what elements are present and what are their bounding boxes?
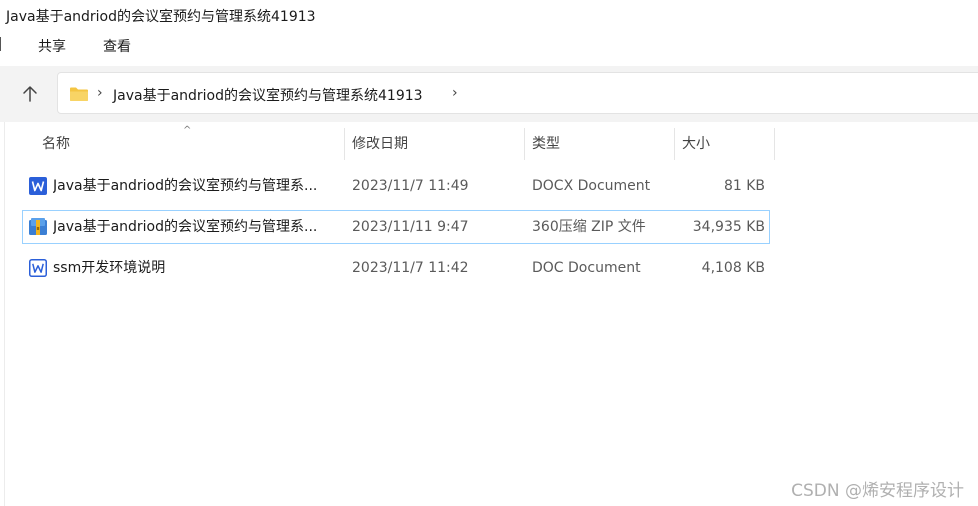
file-type: 360压缩 ZIP 文件	[532, 219, 646, 235]
column-divider[interactable]	[344, 128, 345, 160]
column-header-date[interactable]: 修改日期	[352, 128, 408, 160]
word-doc-icon	[29, 259, 47, 277]
zip-archive-icon	[29, 218, 47, 235]
up-button[interactable]	[14, 78, 46, 110]
window-title-bar: Java基于andriod的会议室预约与管理系统41913	[0, 0, 978, 30]
file-name: Java基于andriod的会议室预约与管理系...	[53, 219, 318, 235]
navigation-toolbar: › Java基于andriod的会议室预约与管理系统41913 ›	[0, 66, 978, 122]
breadcrumb-chevron-icon[interactable]: ›	[97, 85, 103, 101]
tab-share[interactable]: 共享	[36, 36, 68, 56]
breadcrumb-current-folder[interactable]: Java基于andriod的会议室预约与管理系统41913	[113, 85, 423, 105]
file-type: DOCX Document	[532, 178, 651, 194]
column-divider[interactable]	[674, 128, 675, 160]
file-size: 81 KB	[723, 178, 765, 194]
file-type: DOC Document	[532, 260, 641, 276]
window-title: Java基于andriod的会议室预约与管理系统41913	[6, 9, 316, 25]
column-header-size[interactable]: 大小	[682, 128, 710, 160]
ribbon-edge-marker	[0, 37, 3, 51]
file-name: ssm开发环境说明	[53, 260, 166, 276]
file-size: 34,935 KB	[692, 219, 765, 235]
column-divider[interactable]	[774, 128, 775, 160]
file-size: 4,108 KB	[701, 260, 765, 276]
file-row[interactable]: Java基于andriod的会议室预约与管理系... 2023/11/7 11:…	[22, 169, 770, 203]
file-date: 2023/11/7 11:42	[352, 260, 469, 276]
column-header-type[interactable]: 类型	[532, 128, 560, 160]
watermark: CSDN @烯安程序设计	[791, 481, 964, 501]
file-row[interactable]: ssm开发环境说明 2023/11/7 11:42 DOC Document 4…	[22, 251, 770, 285]
ribbon-tabs: 共享 查看	[0, 30, 978, 60]
pane-divider	[4, 122, 5, 506]
word-docx-icon	[29, 177, 47, 195]
file-name: Java基于andriod的会议室预约与管理系...	[53, 178, 318, 194]
column-divider[interactable]	[524, 128, 525, 160]
file-row[interactable]: Java基于andriod的会议室预约与管理系... 2023/11/11 9:…	[22, 210, 770, 244]
column-header-row: 名称 修改日期 类型 大小	[22, 128, 776, 160]
folder-icon	[70, 87, 88, 101]
file-date: 2023/11/11 9:47	[352, 219, 469, 235]
file-date: 2023/11/7 11:49	[352, 178, 469, 194]
arrow-up-icon	[23, 86, 37, 102]
tab-view[interactable]: 查看	[101, 36, 133, 56]
address-bar[interactable]: › Java基于andriod的会议室预约与管理系统41913 ›	[57, 72, 978, 114]
breadcrumb-chevron-icon[interactable]: ›	[452, 85, 458, 101]
file-list-pane: ^ 名称 修改日期 类型 大小 Java基于andriod的会议室预约与管理系.…	[0, 122, 978, 506]
column-header-name[interactable]: 名称	[42, 128, 70, 160]
